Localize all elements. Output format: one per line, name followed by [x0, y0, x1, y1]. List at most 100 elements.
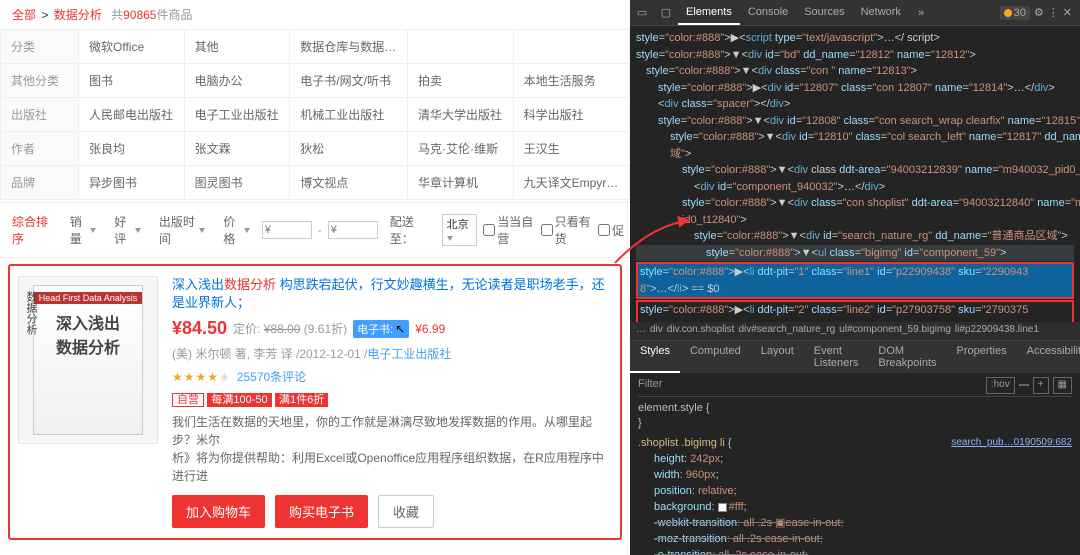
- gear-icon[interactable]: ⚙: [1034, 6, 1044, 19]
- facet-value[interactable]: 电子工业出版社: [184, 98, 290, 132]
- price-max-input[interactable]: [328, 221, 378, 239]
- cls-button[interactable]: [1019, 384, 1029, 386]
- sort-pubtime[interactable]: 出版时间: [153, 211, 211, 249]
- facet-value[interactable]: 拍卖: [407, 64, 513, 98]
- css-property[interactable]: width: 960px;: [638, 468, 1072, 484]
- dom-node[interactable]: style="color:#888">▼<div class="con shop…: [636, 195, 1074, 228]
- styles-subtab[interactable]: Styles: [630, 341, 680, 373]
- facet-value[interactable]: 电子书/网文/听书: [290, 64, 408, 98]
- facet-value[interactable]: 数据仓库与数据…: [290, 30, 408, 64]
- dom-node[interactable]: <div id="component_940032">…</div>: [636, 179, 1074, 196]
- facet-value[interactable]: 本地生活服务: [513, 64, 629, 98]
- facet-value[interactable]: 其他: [184, 30, 290, 64]
- dom-node[interactable]: style="color:#888">▶<div id="12807" clas…: [636, 80, 1074, 97]
- facet-value[interactable]: 博文视点: [290, 166, 408, 200]
- dom-node[interactable]: style="color:#888">▼<div id="12808" clas…: [636, 113, 1074, 130]
- product-title[interactable]: 深入浅出数据分析 构思跌宕起伏，行文妙趣横生，无论读者是职场老手，还是业界新人；: [172, 276, 612, 312]
- device-icon[interactable]: ▢: [654, 6, 678, 19]
- devtools-tab[interactable]: Elements: [678, 1, 740, 25]
- devtools-tab[interactable]: Network: [853, 1, 909, 25]
- styles-subtab[interactable]: Accessibility: [1017, 341, 1080, 373]
- styles-subtab[interactable]: Properties: [946, 341, 1016, 373]
- dom-node[interactable]: style="color:#888">▼<div class ddt-area=…: [636, 162, 1074, 179]
- breadcrumb-item[interactable]: ul#component_59.bigimg: [839, 324, 951, 335]
- css-property[interactable]: background: #fff;: [638, 500, 1072, 516]
- promo-checkbox[interactable]: 促: [598, 222, 624, 239]
- buy-ebook-button[interactable]: 购买电子书: [275, 495, 368, 528]
- element-style-block[interactable]: element.style { }: [638, 401, 1072, 433]
- breadcrumb-item[interactable]: li#p22909438.line1: [955, 324, 1039, 335]
- add-to-cart-button[interactable]: 加入购物车: [172, 495, 265, 528]
- dom-node[interactable]: style="color:#888">▶<li ddt-pit="1" clas…: [636, 262, 1074, 299]
- facet-value[interactable]: 张文霖: [184, 132, 290, 166]
- sort-price[interactable]: 价格: [217, 211, 256, 249]
- press-link[interactable]: 电子工业出版社: [367, 347, 451, 361]
- facet-value[interactable]: 图书: [79, 64, 185, 98]
- sort-rating[interactable]: 好评: [108, 211, 147, 249]
- facet-value[interactable]: 马克·艾伦·维斯: [407, 132, 513, 166]
- add-style-button[interactable]: +: [1033, 377, 1049, 394]
- more-tabs-icon[interactable]: »: [909, 7, 933, 19]
- sort-default[interactable]: 综合排序: [6, 211, 58, 249]
- css-property[interactable]: position: relative;: [638, 484, 1072, 500]
- facet-value[interactable]: 图灵图书: [184, 166, 290, 200]
- styles-subtab[interactable]: Layout: [751, 341, 804, 373]
- dom-node[interactable]: style="color:#888">▼<div id="search_natu…: [636, 228, 1074, 245]
- css-property[interactable]: height: 242px;: [638, 452, 1072, 468]
- css-file-link[interactable]: search_pub…0190509:682: [951, 436, 1072, 451]
- sort-sales[interactable]: 销量: [64, 211, 103, 249]
- dom-breadcrumbs[interactable]: … div div.con.shoplistdiv#search_nature_rg…: [630, 322, 1080, 340]
- dest-select[interactable]: 北京: [442, 214, 478, 246]
- breadcrumb-item[interactable]: div.con.shoplist: [667, 324, 735, 335]
- facet-label: 其他分类: [1, 64, 79, 98]
- facet-value[interactable]: 清华大学出版社: [407, 98, 513, 132]
- devtools-tab[interactable]: Console: [740, 1, 796, 25]
- facet-value[interactable]: 张良均: [79, 132, 185, 166]
- facet-value[interactable]: 狄松: [290, 132, 408, 166]
- breadcrumb-item[interactable]: …: [636, 324, 646, 335]
- product-image[interactable]: 数据分析Head First Data Analysis深入浅出数据分析: [18, 276, 158, 444]
- ebook-tag[interactable]: 电子书:↖: [353, 320, 409, 338]
- dom-node[interactable]: <div class="spacer"></div>: [636, 96, 1074, 113]
- css-rule-block[interactable]: search_pub…0190509:682 .shoplist .bigimg…: [638, 436, 1072, 555]
- favorite-button[interactable]: 收藏: [378, 495, 434, 528]
- css-property[interactable]: -webkit-transition: all .2s ▣ease-in-out…: [638, 516, 1072, 532]
- css-property[interactable]: -o-transition: all .2s ease-in-out;: [638, 548, 1072, 555]
- facet-value[interactable]: 华章计算机: [407, 166, 513, 200]
- close-icon[interactable]: ✕: [1063, 6, 1072, 19]
- facet-value[interactable]: 人民邮电出版社: [79, 98, 185, 132]
- devtools-tab[interactable]: Sources: [796, 1, 852, 25]
- facet-value[interactable]: 科学出版社: [513, 98, 629, 132]
- inspect-icon[interactable]: ▭: [630, 6, 654, 19]
- warnings-button[interactable]: 30: [1000, 6, 1030, 20]
- facet-value[interactable]: 机械工业出版社: [290, 98, 408, 132]
- kebab-icon[interactable]: ⋮: [1048, 6, 1059, 19]
- styles-subtab[interactable]: Computed: [680, 341, 751, 373]
- crumb-all[interactable]: 全部: [12, 8, 36, 22]
- facet-value[interactable]: 九天译文Empyr…: [513, 166, 629, 200]
- styles-filter-input[interactable]: Filter: [638, 377, 662, 394]
- facet-value[interactable]: 王汉生: [513, 132, 629, 166]
- styles-subtab[interactable]: Event Listeners: [804, 341, 869, 373]
- styles-subtab[interactable]: DOM Breakpoints: [868, 341, 946, 373]
- crumb-keyword[interactable]: 数据分析: [54, 8, 102, 22]
- price-min-input[interactable]: [262, 221, 312, 239]
- css-property[interactable]: -moz-transition: all .2s ease-in-out;: [638, 532, 1072, 548]
- dom-node[interactable]: style="color:#888">▼<div class="con " na…: [636, 63, 1074, 80]
- dom-node[interactable]: style="color:#888">▶<script type="text/j…: [636, 30, 1074, 47]
- more-styles-icon[interactable]: ▦: [1053, 377, 1072, 394]
- facet-value[interactable]: 异步图书: [79, 166, 185, 200]
- only-dd-checkbox[interactable]: 当当自营: [483, 213, 534, 247]
- reviews-link[interactable]: 25570条评论: [237, 368, 306, 385]
- hov-button[interactable]: :hov: [986, 377, 1015, 394]
- facet-value[interactable]: 微软Office: [79, 30, 185, 64]
- elements-tree[interactable]: style="color:#888">▶<script type="text/j…: [630, 26, 1080, 322]
- in-stock-checkbox[interactable]: 只看有货: [541, 213, 592, 247]
- breadcrumb-item[interactable]: div#search_nature_rg: [738, 324, 835, 335]
- dom-node[interactable]: style="color:#888">▼<ul class="bigimg" i…: [636, 245, 1074, 262]
- breadcrumb-item[interactable]: div: [650, 324, 663, 335]
- dom-node[interactable]: style="color:#888">▼<div id="12810" clas…: [636, 129, 1074, 162]
- dom-node[interactable]: style="color:#888">▶<li ddt-pit="2" clas…: [636, 300, 1074, 322]
- facet-value[interactable]: 电脑办公: [184, 64, 290, 98]
- dom-node[interactable]: style="color:#888">▼<div id="bd" dd_name…: [636, 47, 1074, 64]
